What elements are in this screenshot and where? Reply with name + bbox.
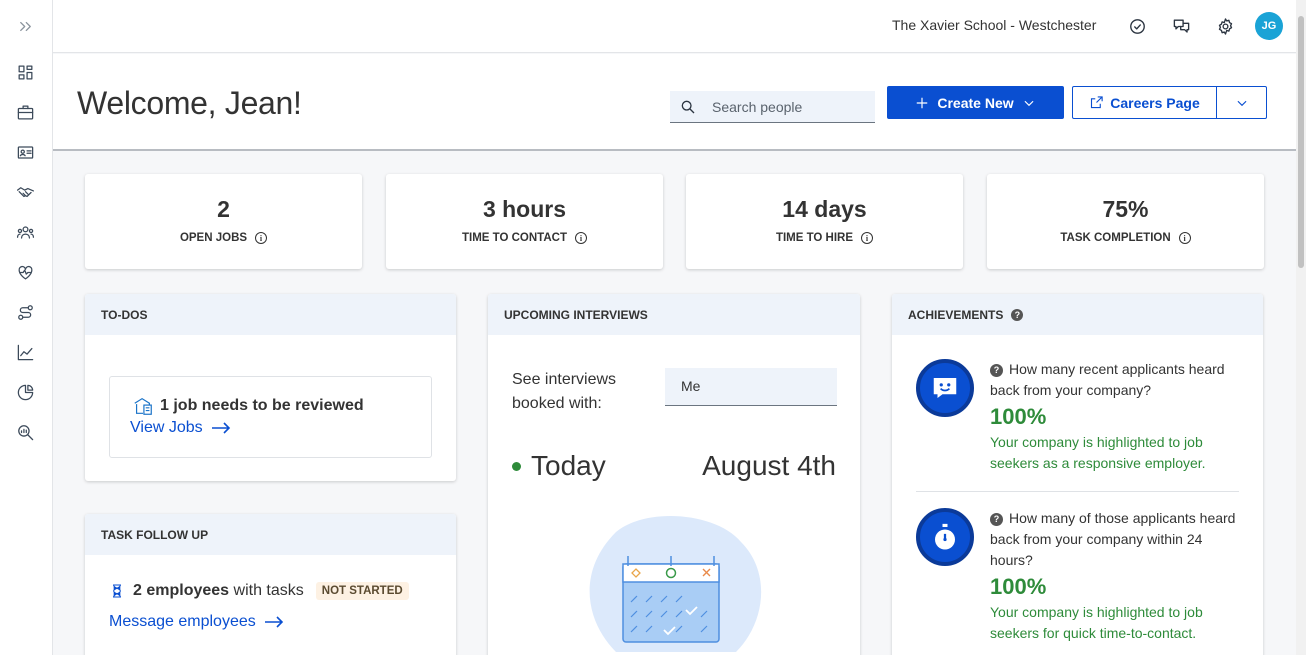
view-jobs-label: View Jobs xyxy=(130,419,203,436)
arrow-right-icon xyxy=(264,616,283,628)
careers-page-button[interactable]: Careers Page xyxy=(1073,87,1217,118)
today-indicator xyxy=(512,461,521,471)
external-link-icon xyxy=(1091,96,1103,109)
panel-title: ACHIEVEMENTS xyxy=(908,307,1004,322)
achievement-description: Your company is highlighted to job seeke… xyxy=(990,434,1206,471)
today-label: Today xyxy=(531,450,606,481)
smile-chat-icon xyxy=(916,359,974,417)
stat-value: 75% xyxy=(1102,196,1149,222)
achievement-description: Your company is highlighted to job seeke… xyxy=(990,604,1203,641)
stat-card-time-to-contact[interactable]: 3 hours TIME TO CONTACT i xyxy=(386,174,663,269)
id-card-icon[interactable] xyxy=(14,141,36,163)
view-jobs-link[interactable]: View Jobs xyxy=(130,419,231,437)
search-icon xyxy=(681,100,695,114)
scrollbar-thumb[interactable] xyxy=(1298,16,1304,268)
hourglass-icon xyxy=(113,584,121,598)
careers-page-label: Careers Page xyxy=(1110,94,1200,111)
calendar-illustration xyxy=(589,515,762,652)
task-follow-up-panel: TASK FOLLOW UP 2 employees with tasks NO… xyxy=(85,514,456,655)
line-chart-icon[interactable] xyxy=(14,341,36,363)
employee-count: 2 employees xyxy=(133,582,230,599)
panel-header: TASK FOLLOW UP xyxy=(85,514,456,555)
search-analytics-icon[interactable] xyxy=(14,421,36,443)
info-icon[interactable]: i xyxy=(574,232,587,244)
achievement-percent: 100% xyxy=(990,574,1047,599)
help-icon[interactable]: ? xyxy=(990,513,1003,526)
upcoming-interviews-panel: UPCOMING INTERVIEWS See interviews booke… xyxy=(488,294,860,655)
stat-label: TIME TO HIRE xyxy=(775,232,854,244)
todo-item: 1 job needs to be reviewed View Jobs xyxy=(109,376,432,458)
task-suffix: with tasks xyxy=(233,582,304,599)
message-employees-label: Message employees xyxy=(109,613,256,630)
achievement-percent: 100% xyxy=(990,404,1047,429)
interviews-label-line1: See interviews xyxy=(512,371,617,388)
careers-dropdown-button[interactable] xyxy=(1217,87,1266,118)
arrow-right-icon xyxy=(211,422,230,434)
panel-header: UPCOMING INTERVIEWS xyxy=(488,294,860,335)
top-bar: The Xavier School - Westchester JG xyxy=(53,0,1296,53)
search-bar[interactable] xyxy=(670,91,875,123)
achievements-panel: ACHIEVEMENTS ? ? How many recent applican… xyxy=(892,294,1263,655)
info-icon[interactable]: i xyxy=(861,232,874,244)
check-circle-icon[interactable] xyxy=(1125,14,1149,38)
stat-value: 2 xyxy=(217,196,230,222)
interviewer-select[interactable]: Me xyxy=(665,368,837,406)
interviews-label-line2: booked with: xyxy=(512,395,602,412)
chat-icon[interactable] xyxy=(1169,14,1193,38)
heart-pulse-icon[interactable] xyxy=(14,261,36,283)
page-title: Welcome, Jean! xyxy=(77,85,302,121)
stopwatch-icon xyxy=(916,508,974,566)
panel-header: TO-DOS xyxy=(85,294,456,335)
date-label: August 4th xyxy=(702,450,836,481)
search-input[interactable] xyxy=(712,97,867,117)
create-new-label: Create New xyxy=(937,94,1014,111)
pie-chart-icon[interactable] xyxy=(14,381,36,403)
briefcase-icon[interactable] xyxy=(14,101,36,123)
people-icon[interactable] xyxy=(14,221,36,243)
expand-icon[interactable] xyxy=(14,15,36,37)
info-icon[interactable]: i xyxy=(1178,232,1191,244)
achievement-question: How many recent applicants heard back fr… xyxy=(990,361,1225,398)
scrollbar[interactable] xyxy=(1296,0,1306,655)
help-icon[interactable]: ? xyxy=(1011,308,1024,321)
stat-label: OPEN JOBS xyxy=(179,232,248,244)
info-icon[interactable]: i xyxy=(255,232,268,244)
plus-icon xyxy=(917,97,928,108)
create-new-button[interactable]: Create New xyxy=(887,86,1064,119)
job-review-icon xyxy=(134,397,152,415)
workflow-icon[interactable] xyxy=(14,301,36,323)
chevron-down-icon xyxy=(1237,100,1246,106)
stat-value: 3 hours xyxy=(482,196,567,222)
achievement-question: How many of those applicants heard back … xyxy=(990,510,1236,568)
message-employees-link[interactable]: Message employees xyxy=(109,613,284,631)
chevron-down-icon xyxy=(1024,100,1034,106)
page-header: Welcome, Jean! Create New Careers Page xyxy=(53,54,1296,151)
handshake-icon[interactable] xyxy=(14,181,36,203)
help-icon[interactable]: ? xyxy=(990,364,1003,377)
todo-text: 1 job needs to be reviewed xyxy=(160,397,364,414)
careers-page-button-group: Careers Page xyxy=(1072,86,1267,119)
avatar[interactable]: JG xyxy=(1255,12,1283,40)
school-name[interactable]: The Xavier School - Westchester xyxy=(892,17,1096,33)
sidebar xyxy=(0,0,53,655)
stat-value: 14 days xyxy=(782,196,867,222)
status-badge: NOT STARTED xyxy=(315,582,409,600)
stat-label: TIME TO CONTACT xyxy=(462,232,567,244)
stat-card-open-jobs[interactable]: 2 OPEN JOBS i xyxy=(85,174,362,269)
divider xyxy=(916,491,1239,492)
stat-label: TASK COMPLETION xyxy=(1060,232,1171,244)
dashboard-icon[interactable] xyxy=(14,61,36,83)
stat-card-task-completion[interactable]: 75% TASK COMPLETION i xyxy=(987,174,1264,269)
gear-icon[interactable] xyxy=(1213,14,1237,38)
todos-panel: TO-DOS 1 job needs to be reviewed View J… xyxy=(85,294,456,481)
stat-card-time-to-hire[interactable]: 14 days TIME TO HIRE i xyxy=(686,174,963,269)
